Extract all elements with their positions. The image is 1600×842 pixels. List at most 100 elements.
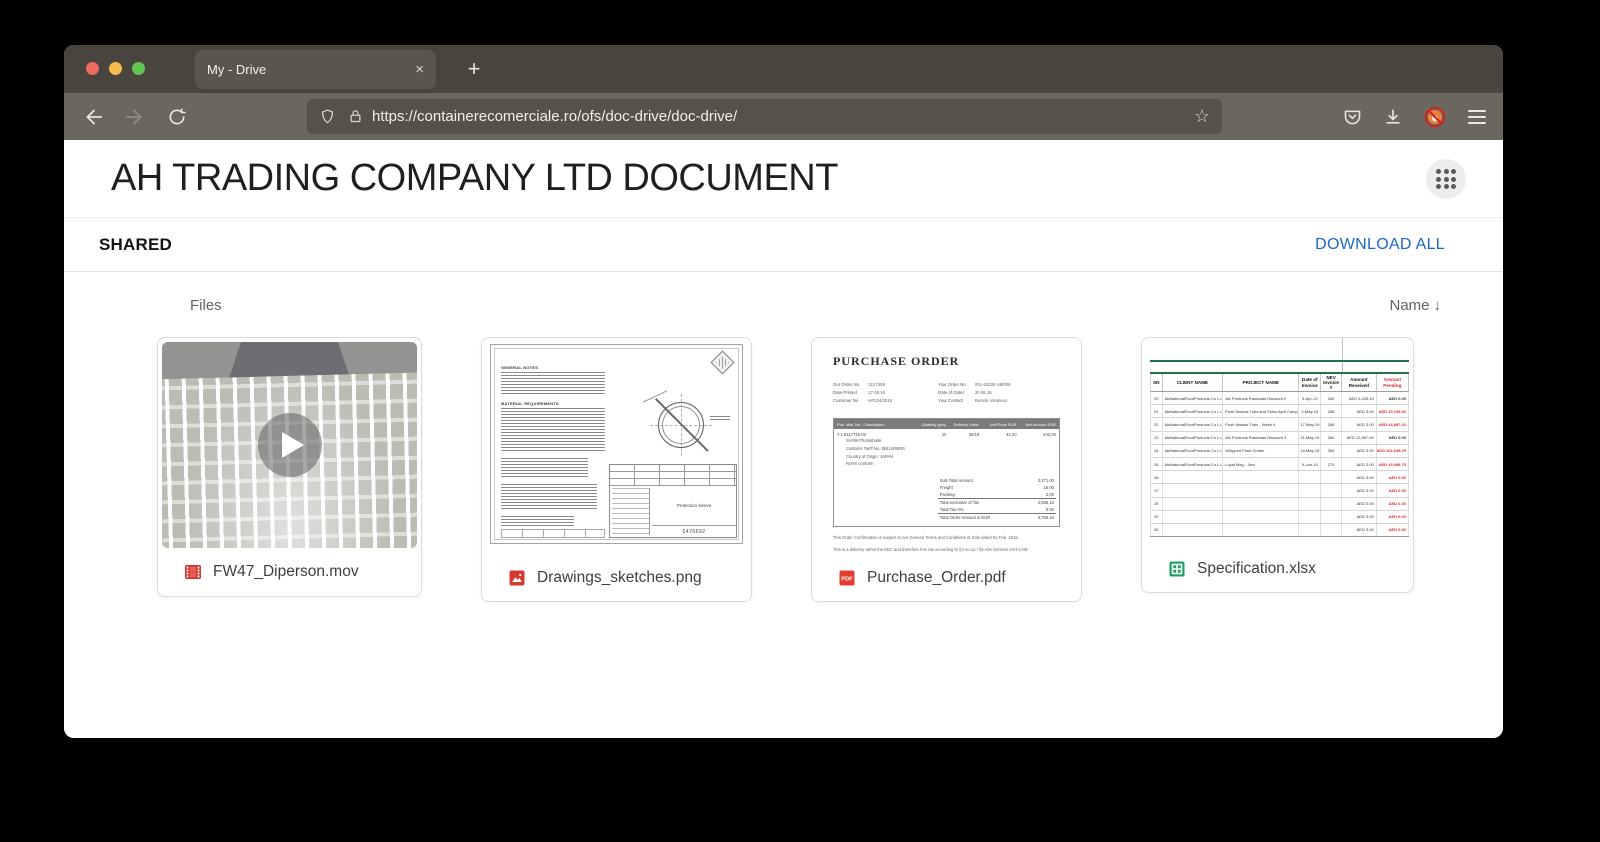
apps-grid-button[interactable] — [1426, 159, 1466, 199]
po-item-desc-line: Country of Origin: JAPAN — [846, 453, 1056, 461]
po-total-value: 3,371.00 — [1038, 478, 1054, 483]
sheet-cell-received: AED 3.00 — [1342, 418, 1377, 430]
sort-by-name-control[interactable]: Name ↓ — [1389, 297, 1441, 314]
po-line-items-table: Pos. Mat. No. / DescriptionQuantity (pcs… — [833, 418, 1060, 526]
po-meta-label: Date of Order — [938, 389, 967, 397]
url-text[interactable]: https://containerecomerciale.ro/ofs/doc-… — [372, 108, 737, 125]
sheet-row: 25AlsNationalFoodProducts Co L.L.C.Loyal… — [1151, 458, 1409, 471]
lock-icon — [348, 109, 363, 124]
po-total-row: Total Tax 0%0.00 — [938, 506, 1056, 513]
po-meta-label: Customer No — [833, 397, 860, 405]
sheet-cell-project: Whipped Push Cream — [1223, 445, 1299, 457]
drawing-text-lines — [501, 372, 605, 396]
tab-close-icon[interactable]: × — [415, 62, 424, 77]
po-total-row: Freight16.00 — [938, 484, 1056, 491]
file-name: Specification.xlsx — [1197, 560, 1316, 578]
file-card-spreadsheet[interactable]: SNCLIENT NAMEPROJECT NAMEDate of Invoice… — [1141, 337, 1414, 593]
sheet-bottom-border — [1150, 536, 1409, 537]
po-item-description: SI-Pilk PhotoshadeCustoms Tariff No. 854… — [846, 437, 1056, 467]
po-item-desc-line: Customs Tariff No. 8541409000 — [846, 445, 1056, 453]
pdf-thumbnail: PURCHASE ORDER Our Order No.Date Printed… — [812, 338, 1081, 554]
sheet-cell-received: AED 3.00 — [1342, 498, 1377, 510]
file-name-row[interactable]: Drawings_sketches.png — [482, 554, 751, 601]
sheet-cell-date — [1299, 524, 1321, 536]
video-thumbnail[interactable] — [162, 342, 417, 548]
sheet-cell-sn: 22 — [1151, 418, 1163, 430]
file-card-pdf[interactable]: PURCHASE ORDER Our Order No.Date Printed… — [811, 337, 1082, 602]
sheet-col-header: CLIENT NAME — [1163, 374, 1224, 391]
back-icon[interactable] — [78, 102, 108, 132]
drawing-bottom-cells — [501, 529, 605, 538]
sheet-cell-project — [1223, 484, 1299, 496]
file-name-row[interactable]: FW47_Diperson.mov — [158, 548, 421, 595]
tab-bar: My - Drive × + — [64, 45, 1503, 93]
browser-window: My - Drive × + https://containerecomerci… — [64, 45, 1503, 738]
url-bar[interactable]: https://containerecomerciale.ro/ofs/doc-… — [307, 99, 1222, 134]
file-card-video[interactable]: FW47_Diperson.mov — [157, 337, 422, 597]
sheet-cell-received: AED 3.00 — [1342, 458, 1377, 470]
sort-direction-arrow-icon: ↓ — [1434, 297, 1442, 314]
browser-tab[interactable]: My - Drive × — [195, 50, 436, 89]
sheet-row: 27AED 3.00AED 0.00 — [1151, 484, 1409, 497]
file-name-row[interactable]: Specification.xlsx — [1142, 545, 1413, 592]
minimize-window-button[interactable] — [109, 62, 122, 75]
refresh-icon[interactable] — [162, 102, 192, 132]
po-table-header: Pos. Mat. No. / DescriptionQuantity (pcs… — [834, 419, 1059, 429]
po-footnote: This is a delivery within the EEC and th… — [833, 547, 1060, 553]
sheet-cell-pending: AED 0.00 — [1377, 498, 1409, 510]
sheet-cell-project: Push Natural Tubs and Shiso April Campai… — [1223, 405, 1299, 417]
file-name-row[interactable]: PDF Purchase_Order.pdf — [812, 554, 1081, 601]
po-col-header: Unit Price EUR — [979, 422, 1016, 427]
po-total-row: Total exclusive of Tax4,086.16 — [938, 498, 1056, 506]
play-button[interactable] — [258, 413, 322, 477]
sheet-cell-pending: AED 24,897.22 — [1377, 418, 1409, 430]
sheet-row: 20AlsNationalFoodProducts Co L.L.C.Als P… — [1151, 392, 1409, 405]
sheet-cell-pending: AED 0.00 — [1377, 432, 1409, 444]
forward-icon[interactable] — [120, 102, 150, 132]
sheet-cell-sn: 28 — [1151, 498, 1163, 510]
sheet-cell-client — [1163, 471, 1224, 483]
extension-blocker-icon[interactable] — [1420, 102, 1450, 132]
sheet-cell-received: AED 3.00 — [1342, 405, 1377, 417]
download-icon[interactable] — [1378, 102, 1408, 132]
sheet-row: 21AlsNationalFoodProducts Co L.L.C.Push … — [1151, 405, 1409, 418]
po-meta-label: Date Printed — [833, 389, 860, 397]
sheet-cell-sn: 23 — [1151, 432, 1163, 444]
sheet-cell-project — [1223, 511, 1299, 523]
sheet-row: 29AED 3.00AED 0.00 — [1151, 511, 1409, 524]
sheet-cell-project — [1223, 471, 1299, 483]
sheet-cell-sn: 24 — [1151, 445, 1163, 457]
sheet-cell-sn: 21 — [1151, 405, 1163, 417]
drawing-revision-row — [610, 472, 736, 479]
pocket-icon[interactable] — [1337, 102, 1367, 132]
sheet-cell-project: Loyal Mag - Jam — [1223, 458, 1299, 470]
download-all-link[interactable]: DOWNLOAD ALL — [1315, 236, 1445, 254]
file-name: Drawings_sketches.png — [537, 569, 702, 587]
bookmark-star-icon[interactable]: ☆ — [1194, 106, 1210, 127]
sheet-col-header: NEV Invoice # — [1321, 374, 1342, 391]
po-item-desc-line: SI-Pilk Photoshade — [846, 437, 1056, 445]
po-footnotes: This Order Confirmation is subject to ou… — [833, 535, 1060, 554]
file-card-drawing[interactable]: GENERAL NOTES MATERIAL REQUIREMENTS — [481, 337, 752, 602]
menu-hamburger-icon[interactable] — [1462, 102, 1492, 132]
sheet-cell-pending: AED 102,645.25 — [1377, 445, 1409, 457]
page-content: AH TRADING COMPANY LTD DOCUMENT SHARED D… — [64, 140, 1503, 738]
po-col-header: Net Amount EUR — [1017, 422, 1056, 427]
maximize-window-button[interactable] — [132, 62, 145, 75]
sheet-cell-received: AED 3.00 — [1342, 445, 1377, 457]
sheet-cell-client — [1163, 511, 1224, 523]
sheet-col-header: Amount Pending — [1377, 374, 1409, 391]
shield-icon — [319, 108, 336, 125]
drawing-text-lines — [501, 516, 574, 528]
drawing-revision-row — [610, 479, 736, 486]
pdf-icon: PDF — [838, 569, 856, 587]
drawing-side-note — [710, 416, 730, 421]
sheet-cell-invoice — [1321, 498, 1342, 510]
drawing-text-lines — [501, 484, 597, 510]
close-window-button[interactable] — [86, 62, 99, 75]
sheet-top-zone — [1150, 338, 1409, 362]
new-tab-button[interactable]: + — [458, 53, 490, 85]
po-total-value: 4,086.16 — [1038, 500, 1054, 505]
list-header: Files Name ↓ — [64, 272, 1503, 320]
sheet-cell-received: AED 12,857.00 — [1342, 432, 1377, 444]
